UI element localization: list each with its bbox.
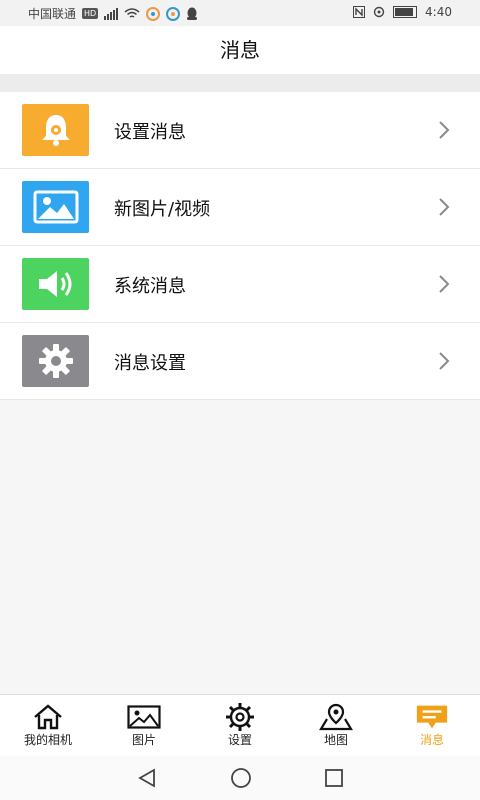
tab-settings[interactable]: 设置 bbox=[192, 695, 288, 757]
message-icon bbox=[415, 703, 449, 731]
wifi-icon bbox=[124, 7, 140, 18]
chevron-right-icon bbox=[439, 198, 450, 216]
back-icon[interactable] bbox=[136, 768, 158, 788]
gear-icon bbox=[22, 335, 89, 387]
chevron-right-icon bbox=[439, 121, 450, 139]
chevron-right-icon bbox=[439, 352, 450, 370]
home-circle-icon[interactable] bbox=[230, 767, 252, 789]
tab-label: 消息 bbox=[419, 733, 444, 747]
status-right: 4:40 bbox=[353, 5, 452, 19]
tab-pictures[interactable]: 图片 bbox=[96, 695, 192, 757]
hd-badge: HD bbox=[82, 8, 99, 19]
tab-label: 我的相机 bbox=[23, 733, 72, 747]
tab-my-camera[interactable]: 我的相机 bbox=[0, 695, 96, 757]
image-icon bbox=[127, 703, 161, 731]
tab-messages[interactable]: 消息 bbox=[384, 695, 480, 757]
home-icon bbox=[31, 703, 65, 731]
section-gap bbox=[0, 74, 480, 92]
list-item-system-message[interactable]: 系统消息 bbox=[0, 246, 480, 323]
system-nav-bar bbox=[0, 756, 480, 800]
list-item-label: 消息设置 bbox=[114, 353, 186, 374]
signal-icon bbox=[104, 7, 119, 20]
list-item-new-media[interactable]: 新图片/视频 bbox=[0, 169, 480, 246]
speaker-icon bbox=[22, 258, 89, 310]
app-notify-icon bbox=[146, 6, 161, 21]
list-item-label: 设置消息 bbox=[114, 122, 186, 143]
bell-gear-icon bbox=[22, 104, 89, 156]
list-item-message-settings[interactable]: 消息设置 bbox=[0, 323, 480, 400]
list-item-settings-message[interactable]: 设置消息 bbox=[0, 92, 480, 169]
battery-icon bbox=[393, 6, 418, 18]
location-icon bbox=[373, 6, 385, 18]
status-bar: 中国联通 HD 4:40 bbox=[0, 0, 480, 26]
nfc-icon bbox=[353, 6, 366, 18]
qq-icon bbox=[187, 7, 198, 20]
message-menu-list: 设置消息 新图片/视频 系统消息 消息设置 bbox=[0, 92, 480, 400]
chevron-right-icon bbox=[439, 275, 450, 293]
clock-time: 4:40 bbox=[425, 5, 452, 19]
image-icon bbox=[22, 181, 89, 233]
tab-label: 地图 bbox=[323, 733, 348, 747]
list-item-label: 系统消息 bbox=[114, 276, 186, 297]
list-item-label: 新图片/视频 bbox=[114, 199, 211, 220]
map-pin-icon bbox=[319, 703, 353, 731]
status-left: 中国联通 HD bbox=[28, 5, 198, 22]
app-notify-icon bbox=[166, 6, 181, 21]
carrier-label: 中国联通 bbox=[28, 7, 77, 21]
tab-label: 设置 bbox=[227, 733, 252, 747]
gear-icon bbox=[223, 703, 257, 731]
tab-label: 图片 bbox=[131, 733, 156, 747]
bottom-tab-bar: 我的相机 图片 设置 地图 消息 bbox=[0, 694, 480, 757]
tab-map[interactable]: 地图 bbox=[288, 695, 384, 757]
recents-icon[interactable] bbox=[324, 768, 344, 788]
page-title: 消息 bbox=[0, 26, 480, 74]
